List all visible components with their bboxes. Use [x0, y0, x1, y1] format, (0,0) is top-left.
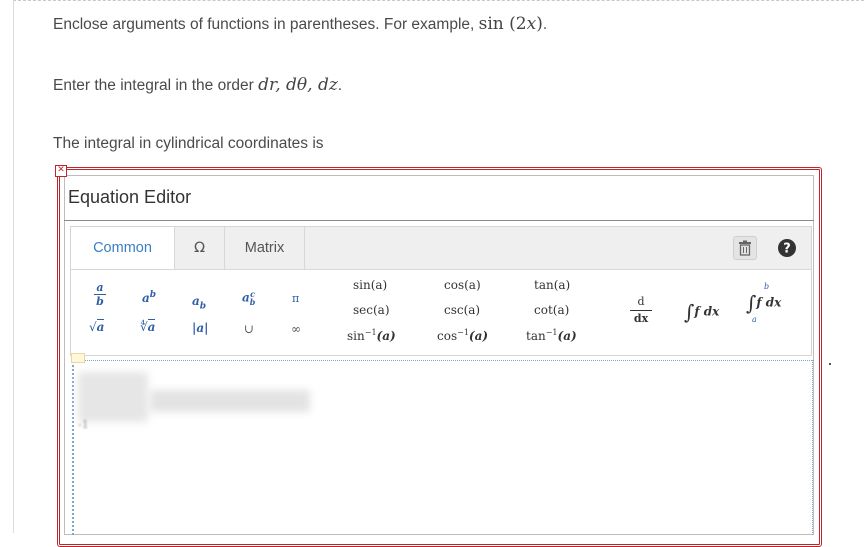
input-border-right	[812, 360, 813, 535]
blurred-integral	[78, 372, 148, 422]
cot-button[interactable]: cot(a)	[534, 303, 569, 317]
instruction-cylindrical: The integral in cylindrical coordinates …	[53, 135, 324, 152]
input-border-top	[72, 360, 814, 361]
fraction-button[interactable]: a b	[93, 282, 107, 307]
example-math: sin (2x)	[478, 14, 543, 34]
tab-symbols[interactable]: Ω	[175, 227, 225, 269]
arcsin-label: sin	[347, 329, 365, 343]
page-left-border	[13, 0, 14, 533]
indefinite-integral-button[interactable]: ∫f dx	[684, 300, 719, 324]
sqrt-argument: a	[96, 319, 105, 334]
csc-button[interactable]: csc(a)	[444, 303, 480, 317]
instruction-text: Enclose arguments of functions in parent…	[53, 16, 479, 33]
subscript-value: b	[199, 301, 207, 312]
blurred-expression	[150, 390, 310, 412]
nth-root-icon: ∜	[140, 320, 148, 334]
cursor-placeholder	[71, 353, 85, 363]
definite-integral-icon: ∫	[746, 291, 757, 315]
pi-button[interactable]: π	[292, 292, 299, 305]
order-math: dr, dθ, dz	[258, 75, 338, 95]
arccos-exponent: −1	[457, 328, 469, 337]
sqrt-icon: √	[89, 320, 97, 334]
instruction-text: Enter the integral in the order	[53, 77, 259, 94]
scroll-marker	[829, 363, 831, 365]
close-icon[interactable]: ✕	[55, 165, 67, 177]
power-base: a	[142, 291, 150, 305]
page-top-border	[13, 0, 864, 1]
tan-button[interactable]: tan(a)	[534, 278, 570, 292]
subscript-base: a	[192, 294, 200, 308]
abs-button[interactable]: |a|	[192, 321, 209, 335]
instruction-parentheses: Enclose arguments of functions in parent…	[53, 14, 547, 34]
tab-matrix[interactable]: Matrix	[225, 227, 305, 269]
subsup-base: a	[242, 290, 250, 305]
subsup-button[interactable]: acb	[242, 290, 255, 306]
power-exponent: b	[149, 290, 157, 300]
arctan-exponent: −1	[545, 328, 558, 337]
derivative-denominator: dx	[633, 312, 649, 325]
arcsin-exponent: −1	[364, 328, 377, 337]
title-divider	[64, 220, 814, 221]
trash-icon[interactable]	[733, 236, 757, 260]
arctan-button[interactable]: tan−1(a)	[526, 328, 577, 343]
editor-title: Equation Editor	[68, 187, 192, 207]
derivative-button[interactable]: d dx	[630, 296, 652, 325]
help-icon[interactable]: ?	[775, 236, 799, 260]
arccos-argument: (a)	[468, 329, 489, 343]
instruction-order: Enter the integral in the order dr, dθ, …	[53, 75, 342, 95]
integrand: f dx	[694, 304, 720, 319]
definite-integrand: f dx	[756, 295, 782, 310]
subscript-button[interactable]: ab	[192, 294, 206, 311]
nth-root-argument: a	[147, 319, 156, 334]
sin-button[interactable]: sin(a)	[353, 278, 387, 292]
arcsin-argument: (a)	[376, 329, 396, 343]
fraction-denominator: b	[96, 295, 104, 308]
fraction-numerator: a	[96, 281, 104, 294]
arcsin-button[interactable]: sin−1(a)	[347, 328, 396, 343]
instruction-suffix: .	[542, 16, 548, 33]
svg-text:?: ?	[783, 242, 791, 257]
integral-icon: ∫	[684, 300, 695, 324]
input-border-left	[72, 360, 74, 535]
blurred-limit: -1	[78, 418, 89, 431]
arccos-button[interactable]: cos−1(a)	[437, 328, 488, 343]
subsup-sub: b	[249, 297, 256, 307]
definite-integral-button[interactable]: b ∫f dx a	[746, 282, 781, 324]
power-button[interactable]: ab	[142, 290, 156, 305]
integral-lower-limit: a	[752, 315, 757, 324]
cos-button[interactable]: cos(a)	[444, 278, 481, 292]
equation-input-area[interactable]	[74, 362, 812, 533]
nth-root-button[interactable]: ∜a	[140, 319, 156, 334]
infinity-button[interactable]: ∞	[291, 322, 301, 336]
union-button[interactable]: ∪	[244, 322, 254, 336]
tab-common[interactable]: Common	[71, 227, 175, 269]
arccos-label: cos	[437, 329, 458, 343]
derivative-bar	[630, 310, 652, 311]
integral-upper-limit: b	[764, 282, 770, 291]
derivative-numerator: d	[637, 295, 645, 308]
instruction-suffix: .	[337, 77, 343, 94]
sec-button[interactable]: sec(a)	[353, 303, 390, 317]
arctan-label: tan	[526, 329, 546, 343]
arctan-argument: (a)	[557, 329, 577, 343]
sqrt-button[interactable]: √a	[89, 319, 105, 334]
